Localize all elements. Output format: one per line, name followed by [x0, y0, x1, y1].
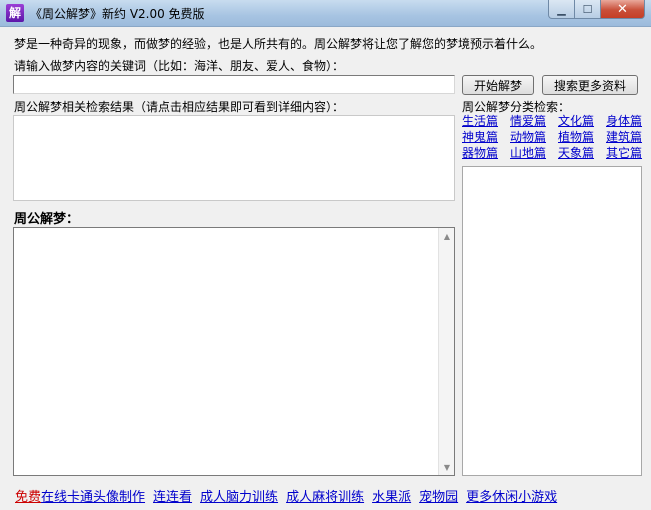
category-link[interactable]: 动物篇 — [510, 129, 558, 145]
category-link[interactable]: 生活篇 — [462, 113, 510, 129]
minimize-icon: ▁ — [557, 2, 566, 16]
scroll-down-icon[interactable]: ▼ — [439, 459, 455, 475]
start-dream-button[interactable]: 开始解梦 — [462, 75, 534, 95]
link-pet-garden[interactable]: 宠物园 — [419, 486, 458, 505]
window-title: 《周公解梦》新约 V2.00 免费版 — [30, 7, 205, 21]
category-link[interactable]: 天象篇 — [558, 145, 606, 161]
category-link[interactable]: 植物篇 — [558, 129, 606, 145]
scroll-up-icon[interactable]: ▲ — [439, 228, 455, 244]
category-link[interactable]: 器物篇 — [462, 145, 510, 161]
link-mahjong-training[interactable]: 成人麻将训练 — [286, 486, 364, 505]
category-link[interactable]: 情爱篇 — [510, 113, 558, 129]
bottom-links: 免费 在线卡通头像制作 连连看 成人脑力训练 成人麻将训练 水果派 宠物园 更多… — [15, 485, 565, 505]
maximize-icon: ☐ — [582, 2, 593, 16]
app-icon: 解 — [6, 4, 24, 22]
link-more-games[interactable]: 更多休闲小游戏 — [466, 486, 557, 505]
title-bar[interactable]: 解 《周公解梦》新约 V2.00 免费版 ▁ ☐ ✕ — [0, 0, 651, 27]
dream-text-area[interactable]: ▲ ▼ — [13, 227, 455, 476]
intro-text: 梦是一种奇异的现象，而做梦的经验，也是人所共有的。周公解梦将让您了解您的梦境预示… — [14, 37, 543, 51]
category-row: 生活篇 情爱篇 文化篇 身体篇 — [462, 113, 646, 129]
results-list[interactable] — [13, 115, 455, 201]
link-lianliankan[interactable]: 连连看 — [153, 486, 192, 505]
category-link[interactable]: 神鬼篇 — [462, 129, 510, 145]
link-fruit-pie[interactable]: 水果派 — [372, 486, 411, 505]
category-link[interactable]: 山地篇 — [510, 145, 558, 161]
category-link[interactable]: 建筑篇 — [606, 129, 646, 145]
keyword-label: 请输入做梦内容的关键词（比如：海洋、朋友、爱人、食物）： — [14, 59, 345, 73]
main-window: 解 《周公解梦》新约 V2.00 免费版 ▁ ☐ ✕ 梦是一种奇异的现象，而做梦… — [0, 0, 651, 510]
keyword-input[interactable] — [13, 75, 455, 94]
free-link[interactable]: 免费 — [15, 486, 41, 505]
caption-buttons: ▁ ☐ ✕ — [548, 0, 645, 20]
category-results-list[interactable] — [462, 166, 642, 476]
category-row: 器物篇 山地篇 天象篇 其它篇 — [462, 145, 646, 161]
search-more-button[interactable]: 搜索更多资料 — [542, 75, 638, 95]
link-cartoon-avatar[interactable]: 在线卡通头像制作 — [41, 486, 145, 505]
close-icon: ✕ — [617, 1, 628, 17]
link-brain-training[interactable]: 成人脑力训练 — [200, 486, 278, 505]
category-grid: 生活篇 情爱篇 文化篇 身体篇 神鬼篇 动物篇 植物篇 建筑篇 器物篇 山地篇 … — [462, 113, 646, 161]
category-row: 神鬼篇 动物篇 植物篇 建筑篇 — [462, 129, 646, 145]
close-button[interactable]: ✕ — [601, 0, 645, 19]
category-link[interactable]: 身体篇 — [606, 113, 646, 129]
minimize-button[interactable]: ▁ — [548, 0, 575, 19]
category-link[interactable]: 其它篇 — [606, 145, 646, 161]
vertical-scrollbar[interactable]: ▲ ▼ — [438, 228, 454, 475]
category-link[interactable]: 文化篇 — [558, 113, 606, 129]
dream-label: 周公解梦： — [14, 212, 80, 227]
results-label: 周公解梦相关检索结果（请点击相应结果即可看到详细内容）： — [14, 100, 345, 114]
maximize-button[interactable]: ☐ — [575, 0, 601, 19]
